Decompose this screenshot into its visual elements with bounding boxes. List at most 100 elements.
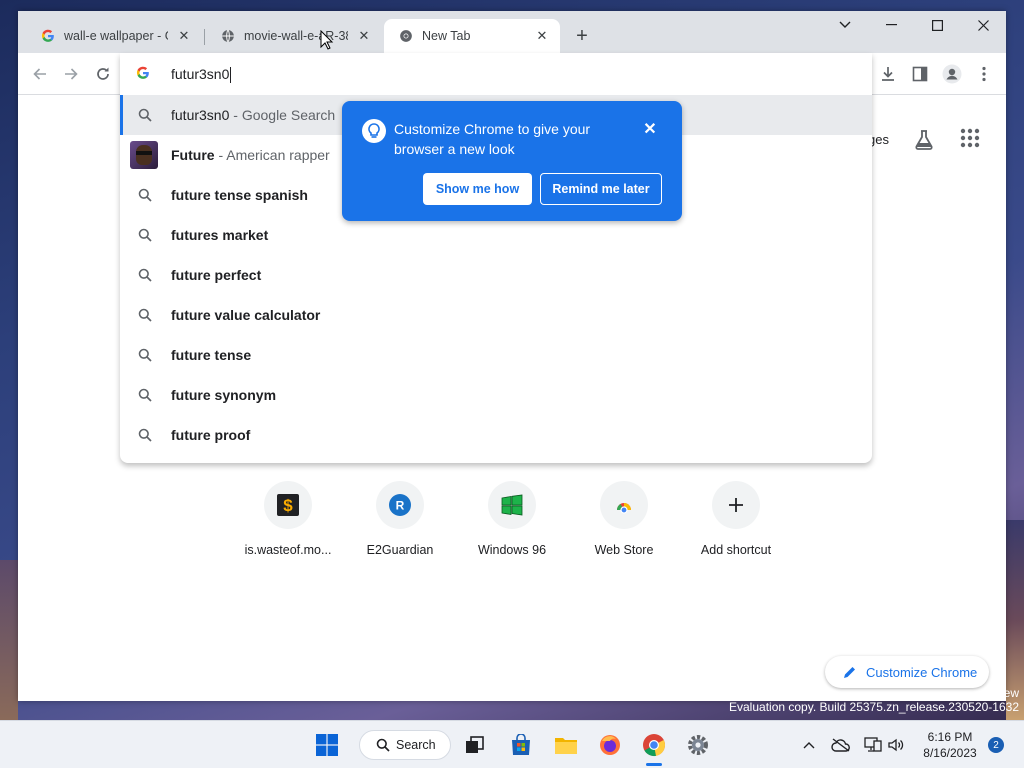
mouse-cursor-icon — [320, 29, 334, 50]
settings-gear-icon[interactable] — [682, 729, 714, 761]
volume-icon[interactable] — [886, 735, 906, 755]
suggestion-text: futur3sn0 — [171, 107, 230, 123]
close-tab-icon[interactable]: ✕ — [534, 28, 550, 44]
shortcut-add[interactable]: Add shortcut — [680, 481, 792, 571]
omnibox-text: futur3sn0 — [171, 66, 232, 84]
suggestion-text: future tense spanish — [171, 187, 308, 203]
watermark-fragment: ew — [1003, 686, 1019, 700]
customize-chrome-label: Customize Chrome — [866, 664, 978, 680]
evaluation-watermark: Evaluation copy. Build 25375.zn_release.… — [729, 700, 1019, 714]
clock-time: 6:16 PM — [927, 730, 973, 744]
shortcut-e2guardian[interactable]: R E2Guardian — [344, 481, 456, 571]
shortcut-web-store[interactable]: Web Store — [568, 481, 680, 571]
svg-text:$: $ — [283, 496, 293, 515]
search-icon — [138, 108, 152, 122]
notification-badge[interactable]: 2 — [988, 737, 1004, 753]
shortcut-label: is.wasteof.mo... — [244, 543, 332, 557]
r-letter-icon: R — [376, 481, 424, 529]
omnibox-input[interactable]: futur3sn0 — [120, 53, 872, 95]
close-tab-icon[interactable]: ✕ — [356, 28, 372, 44]
new-tab-button[interactable]: + — [570, 24, 594, 48]
task-view-icon[interactable] — [459, 729, 491, 761]
entity-thumbnail — [130, 141, 158, 169]
text-caret — [230, 67, 232, 84]
download-icon[interactable] — [876, 62, 900, 86]
taskbar-search-button[interactable]: Search — [359, 730, 451, 760]
shortcut-label: Windows 96 — [477, 543, 547, 557]
svg-text:R: R — [396, 499, 405, 513]
suggestion-item[interactable]: future perfect — [120, 255, 872, 295]
tab-title: wall-e wallpaper - Google — [64, 29, 168, 43]
plus-icon — [712, 481, 760, 529]
start-windows-icon[interactable] — [311, 729, 343, 761]
tab-title: New Tab — [422, 29, 471, 43]
taskbar-search-label: Search — [396, 738, 436, 752]
search-icon — [138, 268, 152, 282]
tab-separator — [204, 29, 205, 45]
pencil-icon — [843, 665, 857, 679]
close-icon[interactable]: ✕ — [640, 119, 660, 139]
shortcut-label: E2Guardian — [366, 543, 434, 557]
taskbar: Search 6:16 PM 8/16/2023 2 — [0, 720, 1024, 768]
suggestion-item[interactable]: future value calculator — [120, 295, 872, 335]
clock-date: 8/16/2023 — [923, 746, 977, 760]
browser-window: wall-e wallpaper - Google ✕ movie-wall-e… — [18, 11, 1006, 701]
shortcut-label: Web Store — [594, 543, 654, 557]
microsoft-store-icon[interactable] — [505, 729, 537, 761]
reload-button[interactable] — [91, 62, 115, 86]
suggestion-item[interactable]: future tense — [120, 335, 872, 375]
chrome-taskbar-icon[interactable] — [638, 729, 670, 761]
suggestion-text: Future — [171, 147, 215, 163]
shortcut-label: Add shortcut — [700, 543, 772, 557]
tab-movie-wall-e[interactable]: movie-wall-e-aR-3840 ✕ — [206, 19, 382, 53]
search-icon — [138, 388, 152, 402]
firefox-icon[interactable] — [594, 729, 626, 761]
network-icon[interactable] — [863, 735, 883, 755]
file-explorer-icon[interactable] — [550, 729, 582, 761]
suggestion-item[interactable]: future proof — [120, 415, 872, 455]
suggestion-text: future synonym — [171, 387, 277, 403]
globe-icon — [220, 28, 236, 44]
google-g-icon — [136, 66, 152, 82]
suggestion-text: future perfect — [171, 267, 262, 283]
show-hidden-icons-chevron-icon[interactable] — [799, 735, 819, 755]
forward-button[interactable] — [59, 62, 83, 86]
onedrive-offline-icon[interactable] — [831, 735, 851, 755]
minimize-button[interactable] — [868, 11, 914, 39]
shortcut-is-wasteof[interactable]: $ is.wasteof.mo... — [232, 481, 344, 571]
search-icon — [138, 188, 152, 202]
side-panel-icon[interactable] — [908, 62, 932, 86]
google-icon — [40, 28, 56, 44]
maximize-button[interactable] — [914, 11, 960, 39]
kebab-menu-icon[interactable] — [972, 62, 996, 86]
suggestion-text: future proof — [171, 427, 251, 443]
back-button[interactable] — [28, 62, 52, 86]
remind-me-later-button[interactable]: Remind me later — [540, 173, 662, 205]
suggestion-text: future value calculator — [171, 307, 321, 323]
close-window-button[interactable] — [960, 11, 1006, 39]
search-icon — [138, 348, 152, 362]
search-icon — [138, 428, 152, 442]
tab-new-tab[interactable]: New Tab ✕ — [384, 19, 560, 53]
suggestion-text: futures market — [171, 227, 269, 243]
customize-chrome-promo: Customize Chrome to give your browser a … — [342, 101, 682, 221]
profile-avatar-icon[interactable] — [940, 62, 964, 86]
suggestion-item[interactable]: futures market — [120, 215, 872, 255]
active-app-indicator — [646, 763, 662, 766]
google-apps-grid-icon[interactable] — [960, 128, 984, 152]
search-icon — [138, 228, 152, 242]
customize-chrome-button[interactable]: Customize Chrome — [825, 656, 989, 688]
suggestion-desc: - American rapper — [214, 147, 330, 163]
dollar-icon: $ — [264, 481, 312, 529]
tab-strip: wall-e wallpaper - Google ✕ movie-wall-e… — [18, 11, 1006, 53]
tab-search-chevron-icon[interactable] — [822, 11, 868, 39]
wallpaper-edge-left — [0, 560, 18, 720]
suggestion-text: future tense — [171, 347, 252, 363]
shortcut-windows-96[interactable]: Windows 96 — [456, 481, 568, 571]
taskbar-clock[interactable]: 6:16 PM 8/16/2023 — [918, 729, 982, 761]
suggestion-item[interactable]: future synonym — [120, 375, 872, 415]
close-tab-icon[interactable]: ✕ — [176, 28, 192, 44]
labs-flask-icon[interactable] — [912, 128, 936, 152]
show-me-how-button[interactable]: Show me how — [423, 173, 532, 205]
tab-wall-e-wallpaper[interactable]: wall-e wallpaper - Google ✕ — [26, 19, 202, 53]
